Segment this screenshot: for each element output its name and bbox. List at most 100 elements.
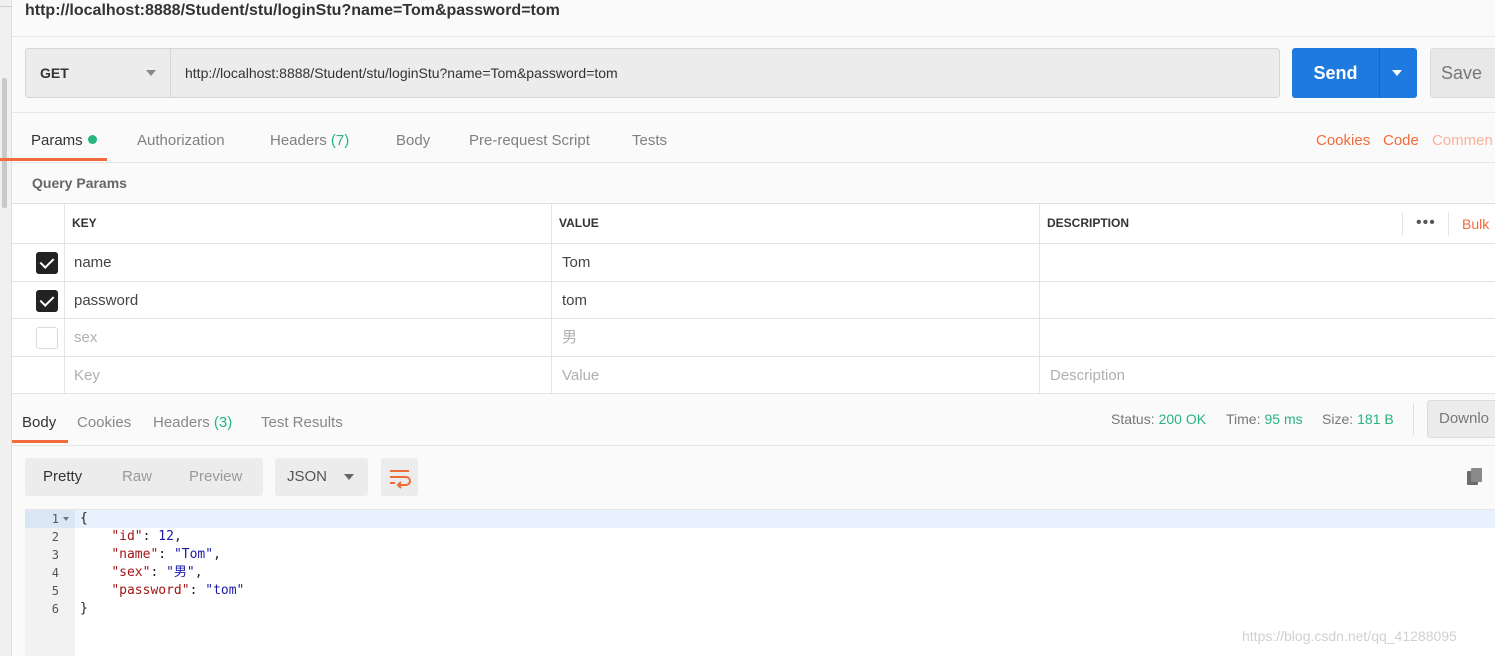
url-input[interactable]: http://localhost:8888/Student/stu/loginS… [170, 48, 1280, 98]
table-header-row: KEY VALUE DESCRIPTION ••• Bulk [12, 204, 1495, 244]
param-value[interactable]: tom [562, 282, 587, 319]
format-pretty[interactable]: Pretty [43, 458, 82, 496]
copy-icon[interactable] [1466, 467, 1484, 487]
code-line: { [80, 510, 88, 528]
tab-response-headers[interactable]: Headers (3) [153, 403, 232, 443]
method-select[interactable]: GET [25, 48, 171, 98]
query-params-table: KEY VALUE DESCRIPTION ••• Bulk name Tom … [12, 203, 1495, 394]
send-separator [1379, 48, 1380, 98]
query-params-title: Query Params [32, 175, 127, 191]
more-options-icon[interactable]: ••• [1416, 215, 1436, 231]
status-value: 200 OK [1158, 411, 1207, 427]
chevron-down-icon [344, 474, 354, 480]
param-value[interactable]: 男 [562, 319, 577, 356]
param-value[interactable]: Tom [562, 244, 590, 281]
column-description-header: DESCRIPTION [1047, 216, 1130, 230]
headers-count-badge: (7) [330, 132, 350, 149]
new-value-input[interactable]: Value [562, 357, 599, 394]
open-brace: { [80, 511, 88, 526]
new-description-input[interactable]: Description [1050, 357, 1125, 394]
header-divider [1402, 212, 1403, 236]
tab-headers[interactable]: Headers (7) [270, 120, 349, 162]
format-type-label: JSON [287, 468, 328, 485]
params-active-dot [87, 135, 97, 144]
json-key: "sex" [111, 565, 151, 580]
left-gutter [0, 0, 12, 656]
code-line: "name": "Tom", [111, 547, 221, 562]
request-tabs: Params Authorization Headers (7) Body Pr… [12, 120, 1495, 162]
param-checkbox[interactable] [36, 327, 58, 349]
table-row: password tom [12, 282, 1495, 319]
param-key[interactable]: sex [74, 319, 97, 356]
divider [12, 162, 1495, 163]
close-brace: } [80, 601, 88, 616]
table-row-new: Key Value Description [12, 357, 1495, 394]
wrap-lines-button[interactable] [381, 458, 418, 496]
format-preview[interactable]: Preview [189, 458, 242, 496]
time-label: Time: [1226, 411, 1261, 427]
code-line: "sex": "男", [111, 565, 203, 580]
tab-prerequest-script[interactable]: Pre-request Script [469, 120, 590, 162]
bulk-edit-link[interactable]: Bulk [1462, 204, 1489, 243]
json-comma: , [213, 547, 221, 562]
send-button[interactable]: Send [1292, 48, 1417, 98]
response-headers-count-badge: (3) [213, 414, 233, 431]
tab-tests[interactable]: Tests [632, 120, 667, 162]
divider [12, 36, 1495, 37]
line-number: 5 [51, 584, 59, 598]
line-number: 1 [51, 512, 59, 526]
json-value: 12 [158, 529, 174, 544]
status-readout: Status: 200 OK [1111, 403, 1206, 435]
code-line: "password": "tom" [111, 583, 245, 598]
tab-response-headers-label: Headers [153, 414, 210, 431]
cookies-link[interactable]: Cookies [1316, 120, 1370, 162]
tab-test-results[interactable]: Test Results [261, 403, 343, 443]
json-value: "男" [166, 565, 195, 580]
param-key[interactable]: password [74, 282, 138, 319]
size-readout: Size: 181 B [1322, 403, 1394, 435]
format-type-select[interactable]: JSON [275, 458, 368, 496]
fold-toggle-icon[interactable] [63, 517, 69, 521]
time-readout: Time: 95 ms [1226, 403, 1303, 435]
table-row: sex 男 [12, 319, 1495, 357]
send-options-chevron-icon[interactable] [1392, 70, 1402, 76]
column-key-header: KEY [72, 216, 97, 230]
json-key: "password" [111, 583, 190, 598]
size-label: Size: [1322, 411, 1354, 427]
request-title: http://localhost:8888/Student/stu/loginS… [25, 2, 560, 19]
divider [12, 445, 1495, 446]
active-tab-indicator [12, 440, 68, 443]
save-button[interactable]: Save [1430, 48, 1495, 98]
download-button[interactable]: Downlo [1427, 400, 1495, 438]
line-number: 4 [51, 566, 59, 580]
code-link[interactable]: Code [1383, 120, 1419, 162]
comments-link[interactable]: Commen [1432, 120, 1493, 162]
table-row: name Tom [12, 244, 1495, 282]
param-checkbox[interactable] [36, 252, 58, 274]
json-value: "Tom" [173, 547, 214, 562]
json-key: "id" [111, 529, 143, 544]
chevron-down-icon [146, 70, 156, 76]
divider [1413, 403, 1414, 435]
format-raw[interactable]: Raw [122, 458, 152, 496]
code-line: } [80, 600, 88, 618]
line-number: 6 [51, 602, 59, 616]
code-line: "id": 12, [111, 529, 182, 544]
tab-body[interactable]: Body [396, 120, 430, 162]
tab-response-cookies[interactable]: Cookies [77, 403, 131, 443]
json-value: "tom" [205, 583, 245, 598]
tab-response-body[interactable]: Body [22, 403, 56, 443]
gutter-divider [0, 6, 12, 7]
sidebar-scrollbar[interactable] [2, 78, 7, 208]
status-label: Status: [1111, 411, 1155, 427]
param-key[interactable]: name [74, 244, 112, 281]
tab-params[interactable]: Params [31, 120, 97, 162]
column-value-header: VALUE [559, 216, 599, 230]
param-checkbox[interactable] [36, 290, 58, 312]
line-number: 3 [51, 548, 59, 562]
active-tab-indicator [0, 158, 107, 161]
format-tabs: Pretty Raw Preview [25, 458, 263, 496]
size-value: 181 B [1357, 411, 1394, 427]
tab-authorization[interactable]: Authorization [137, 120, 225, 162]
new-key-input[interactable]: Key [74, 357, 100, 394]
